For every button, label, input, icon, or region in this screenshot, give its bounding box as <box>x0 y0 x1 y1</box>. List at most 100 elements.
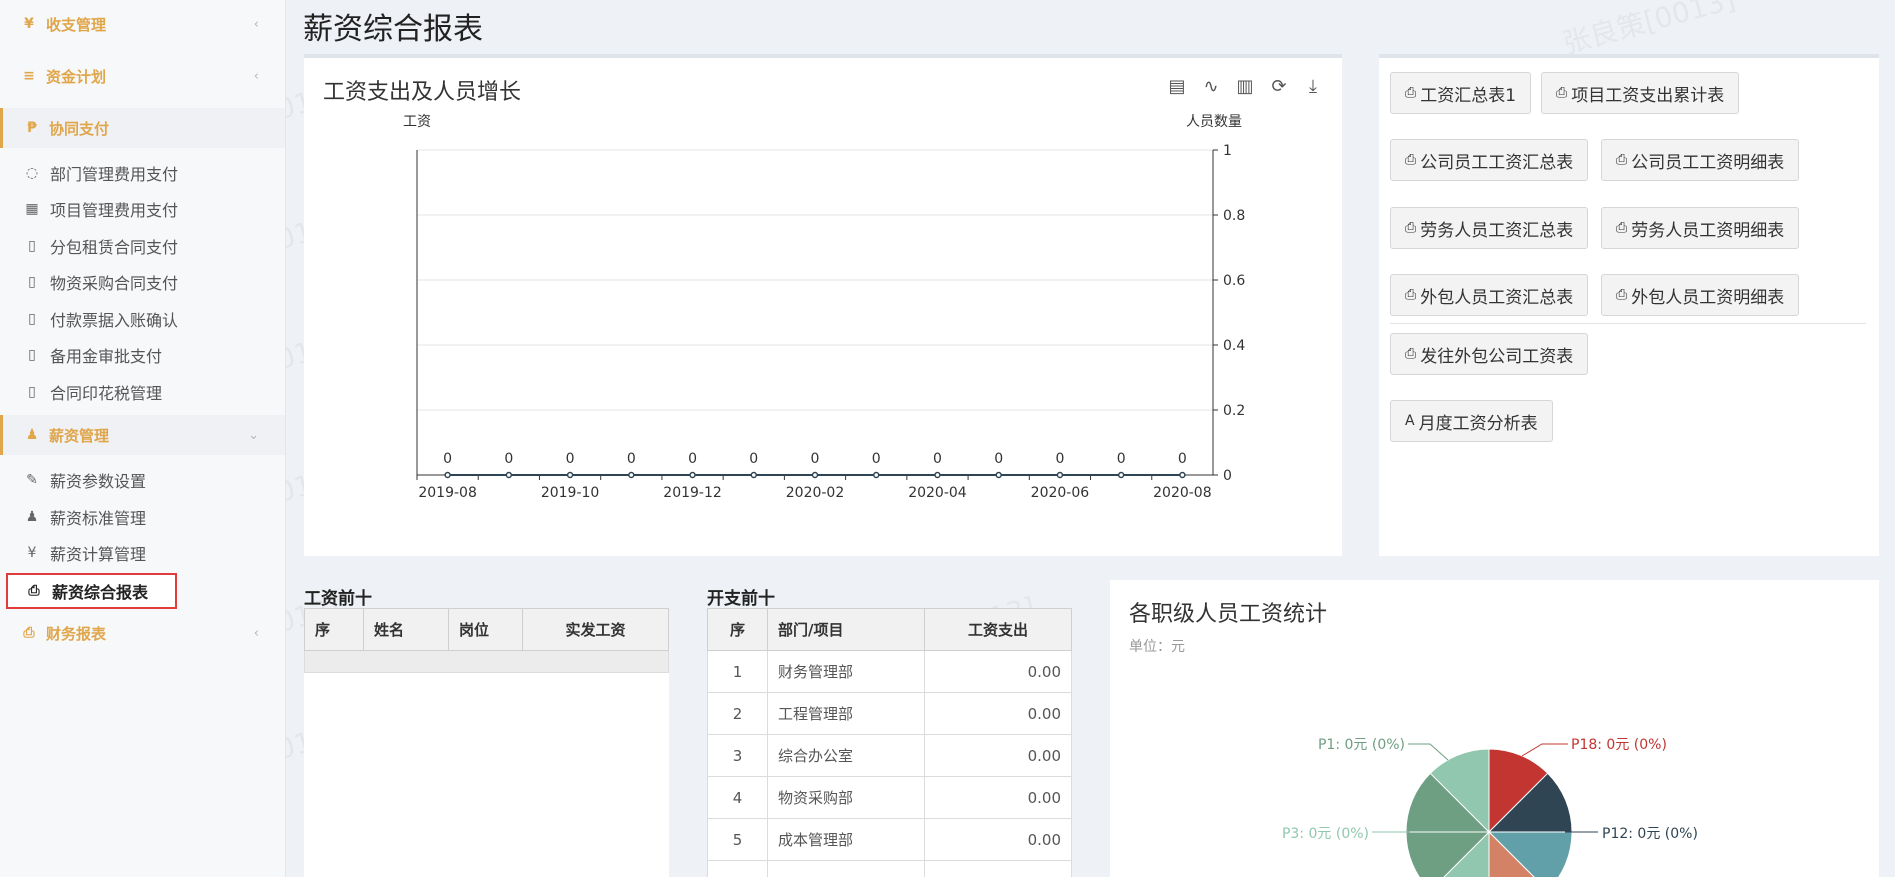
row-index: 5 <box>707 818 768 861</box>
sidebar-item-label: 薪资参数设置 <box>50 472 147 491</box>
row-dept: 综合办公室 <box>767 734 925 777</box>
row-amount: 0.00 <box>924 776 1072 819</box>
y-axis-left-label: 工资 <box>403 114 431 130</box>
sidebar-item-salary-params[interactable]: ✎ 薪资参数设置 <box>0 463 285 497</box>
printer-icon: ⎙ <box>1616 220 1628 236</box>
report-button-staff-summary[interactable]: ⎙ 公司员工工资汇总表 <box>1390 139 1589 181</box>
page-title: 薪资综合报表 <box>303 12 483 47</box>
button-label: 外包人员工资明细表 <box>1631 287 1785 308</box>
sidebar-item-stamp-tax[interactable]: ▯ 合同印花税管理 <box>0 375 285 409</box>
report-button-salary-summary-1[interactable]: ⎙ 工资汇总表1 <box>1390 72 1532 114</box>
data-label: 0 <box>811 451 820 467</box>
data-point <box>566 471 574 479</box>
x-tick-label: 2019-08 <box>418 485 477 501</box>
file-icon: ▯ <box>28 274 36 290</box>
button-label: 公司员工工资汇总表 <box>1420 152 1574 173</box>
pie-label: P3: 0元 (0%) <box>1282 826 1369 842</box>
table-row[interactable]: 2 工程管理部 0.00 <box>707 692 1072 735</box>
column-header: 工资支出 <box>924 608 1072 651</box>
top-salary-table: 序 姓名 岗位 实发工资 <box>304 608 669 673</box>
report-button-staff-detail[interactable]: ⎙ 公司员工工资明细表 <box>1601 139 1800 181</box>
sidebar-item-procurement[interactable]: ▯ 物资采购合同支付 <box>0 265 285 299</box>
chevron-down-icon: ⌄ <box>248 427 259 443</box>
data-point <box>934 471 941 479</box>
paypal-icon: ₱ <box>27 120 37 136</box>
file-icon: ▯ <box>28 384 36 400</box>
sidebar: ¥ 收支管理 ‹ ≡ 资金计划 ‹ ₱ 协同支付 ◌ 部门管理费用支付 ▦ 项目… <box>0 0 286 877</box>
sidebar-item-project-fee[interactable]: ▦ 项目管理费用支付 <box>0 192 285 226</box>
table-row[interactable]: 4 物资采购部 0.00 <box>707 776 1072 819</box>
sidebar-group-label: 财务报表 <box>46 624 107 643</box>
x-tick-label: 2019-10 <box>541 485 600 501</box>
report-button-outsource-detail[interactable]: ⎙ 外包人员工资明细表 <box>1601 274 1800 316</box>
sidebar-item-petty-cash[interactable]: ▯ 备用金审批支付 <box>0 338 285 372</box>
row-index: 4 <box>707 776 768 819</box>
column-header: 姓名 <box>363 608 449 651</box>
right-tick-label: 1 <box>1223 143 1232 159</box>
report-button-outsource-summary[interactable]: ⎙ 外包人员工资汇总表 <box>1390 274 1589 316</box>
yen-icon: ¥ <box>24 16 34 32</box>
column-header: 部门/项目 <box>767 608 925 651</box>
printer-icon: ⎙ <box>1616 152 1628 168</box>
report-button-project-cumulative[interactable]: ⎙ 项目工资支出累计表 <box>1541 72 1740 114</box>
file-icon: ▯ <box>28 347 36 363</box>
table-row[interactable]: 3 综合办公室 0.00 <box>707 734 1072 777</box>
table-row[interactable]: 1 财务管理部 0.00 <box>707 650 1072 693</box>
row-dept: 工程管理部 <box>767 692 925 735</box>
x-tick-label: 2020-04 <box>908 485 967 501</box>
table-row[interactable]: 5 成本管理部 0.00 <box>707 818 1072 861</box>
sidebar-item-bill-confirm[interactable]: ▯ 付款票据入账确认 <box>0 302 285 336</box>
sidebar-item-salary-calc[interactable]: ¥ 薪资计算管理 <box>0 536 285 570</box>
data-label: 0 <box>627 451 636 467</box>
sidebar-group-co-payment[interactable]: ₱ 协同支付 <box>0 108 285 148</box>
x-tick-label: 2020-08 <box>1153 485 1212 501</box>
data-label: 0 <box>688 451 697 467</box>
sidebar-item-label: 付款票据入账确认 <box>50 311 179 330</box>
data-point <box>1117 471 1125 479</box>
button-label: 公司员工工资明细表 <box>1631 152 1785 173</box>
report-button-labor-detail[interactable]: ⎙ 劳务人员工资明细表 <box>1601 207 1800 249</box>
data-label: 0 <box>872 451 881 467</box>
report-button-labor-summary[interactable]: ⎙ 劳务人员工资汇总表 <box>1390 207 1589 249</box>
row-dept: 成本管理部 <box>767 818 925 861</box>
divider <box>1390 323 1866 324</box>
right-tick-label: 0.2 <box>1223 403 1245 419</box>
watermark-text: 张良策[0013] <box>1558 0 1739 62</box>
button-label: 劳务人员工资汇总表 <box>1420 220 1574 241</box>
data-label: 0 <box>749 451 758 467</box>
sidebar-group-fund-plan[interactable]: ≡ 资金计划 ‹ <box>0 56 285 96</box>
sidebar-group-finance-report[interactable]: ⎙ 财务报表 ‹ <box>0 613 285 653</box>
pie-label: P1: 0元 (0%) <box>1318 737 1405 753</box>
report-button-monthly-analysis[interactable]: A 月度工资分析表 <box>1390 400 1553 442</box>
top-expense-title: 开支前十 <box>707 589 775 609</box>
data-label: 0 <box>504 451 513 467</box>
sidebar-group-label: 薪资管理 <box>49 426 110 445</box>
row-index: 3 <box>707 734 768 777</box>
level-pie-panel: 各职级人员工资统计 单位：元 P18: 0元 (0%) P12: 0元 (0%) P… <box>1110 580 1879 877</box>
data-point <box>628 471 635 479</box>
report-button-outsource-company[interactable]: ⎙ 发往外包公司工资表 <box>1390 333 1589 375</box>
sidebar-group-label: 收支管理 <box>46 15 107 34</box>
row-dept: 财务管理部 <box>767 650 925 693</box>
data-label: 0 <box>443 451 452 467</box>
row-amount: 0.00 <box>924 818 1072 861</box>
file-icon: ▯ <box>28 238 36 254</box>
sidebar-group-salary[interactable]: ♟ 薪资管理 ⌄ <box>0 415 285 455</box>
data-label: 0 <box>1117 451 1126 467</box>
row-amount: 0.00 <box>924 692 1072 735</box>
sidebar-item-sublease[interactable]: ▯ 分包租赁合同支付 <box>0 229 285 263</box>
sidebar-group-income[interactable]: ¥ 收支管理 ‹ <box>0 4 285 44</box>
data-label: 0 <box>566 451 575 467</box>
right-tick-label: 0.6 <box>1223 273 1245 289</box>
file-icon: ▯ <box>28 311 36 327</box>
level-pie-chart: P18: 0元 (0%) P12: 0元 (0%) P1: 0元 (0%) P3: 0… <box>1282 737 1698 877</box>
sidebar-item-label: 薪资标准管理 <box>50 509 147 528</box>
sidebar-item-label: 项目管理费用支付 <box>50 201 179 220</box>
sidebar-item-label: 备用金审批支付 <box>50 347 163 366</box>
chevron-left-icon: ‹ <box>253 625 259 641</box>
sidebar-item-dept-fee[interactable]: ◌ 部门管理费用支付 <box>0 156 285 190</box>
row-amount: 0.00 <box>924 650 1072 693</box>
data-point <box>1056 471 1064 479</box>
sidebar-item-salary-report[interactable]: ⎙ 薪资综合报表 <box>6 573 177 609</box>
sidebar-item-salary-standard[interactable]: ♟ 薪资标准管理 <box>0 500 285 534</box>
